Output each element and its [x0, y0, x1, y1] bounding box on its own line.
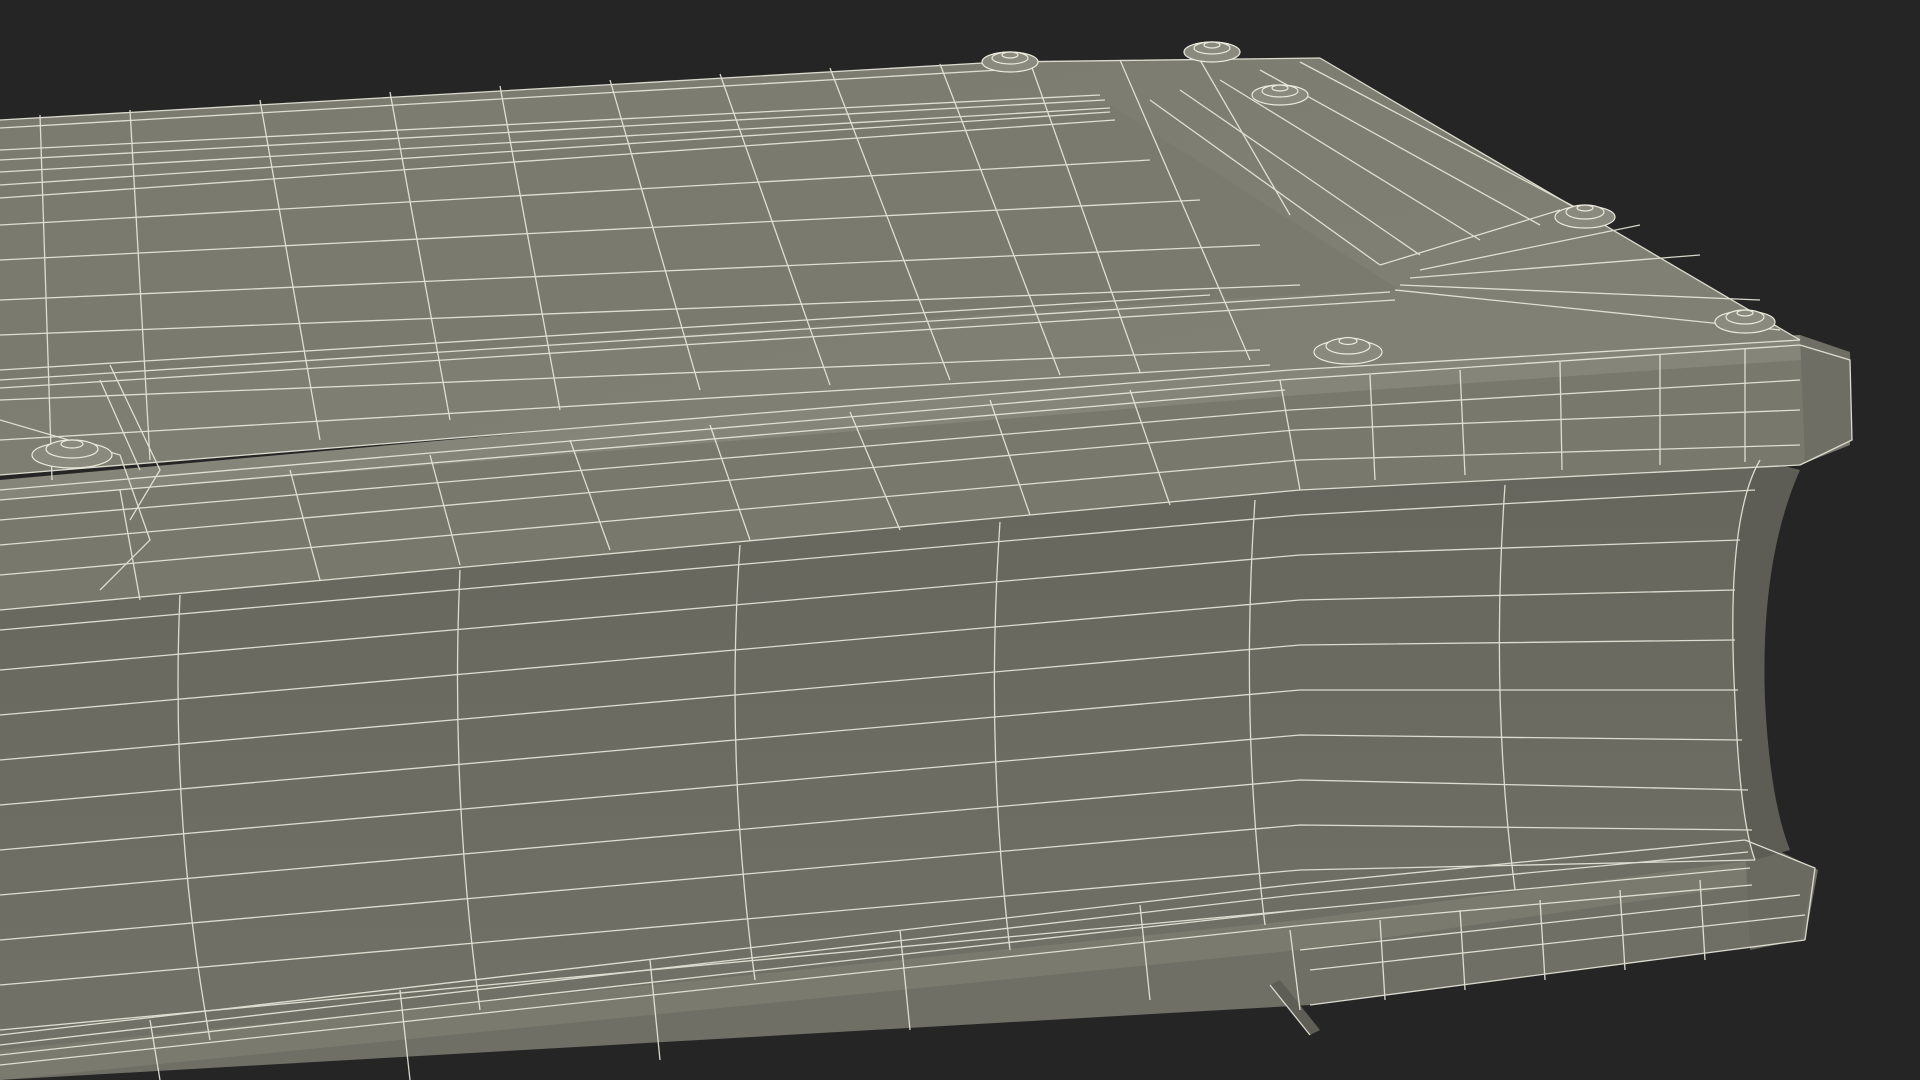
rosette-top-left: [981, 51, 1039, 73]
casket-wireframe-render: [0, 0, 1920, 1080]
render-viewport: [0, 0, 1920, 1080]
rosette-top-mid: [1183, 41, 1241, 63]
rosette-top-right: [1251, 84, 1309, 106]
